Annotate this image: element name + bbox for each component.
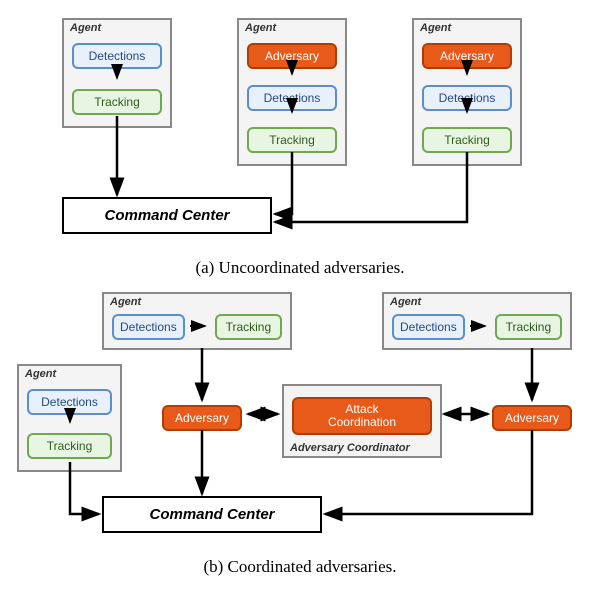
detections-node: Detections [27,389,112,415]
agent-box-a2: Agent Adversary Detections Tracking [237,18,347,166]
agent-box-a3: Agent Adversary Detections Tracking [412,18,522,166]
detections-node: Detections [392,314,465,340]
tracking-node: Tracking [422,127,512,153]
command-center: Command Center [102,496,322,533]
tracking-node: Tracking [215,314,282,340]
agent-label: Agent [70,22,101,34]
detections-node: Detections [72,43,162,69]
tracking-node: Tracking [27,433,112,459]
adversary-coordinator-box: Attack Coordination Adversary Coordinato… [282,384,442,458]
agent-box-b-top-right: Agent Detections Tracking [382,292,572,350]
diagram-a: Agent Detections Tracking Agent Adversar… [12,12,588,252]
agent-box-b-top-left: Agent Detections Tracking [102,292,292,350]
agent-label: Agent [420,22,451,34]
adversary-coordinator-label: Adversary Coordinator [290,442,410,454]
caption-b: (b) Coordinated adversaries. [12,557,588,577]
tracking-node: Tracking [72,89,162,115]
agent-label: Agent [245,22,276,34]
diagram-b: Agent Detections Tracking Agent Detectio… [12,286,588,551]
agent-label: Agent [110,296,141,308]
agent-box-b-left: Agent Detections Tracking [17,364,122,472]
agent-label: Agent [390,296,421,308]
attack-coordination-node: Attack Coordination [292,397,432,435]
adversary-node-right: Adversary [492,405,572,431]
adversary-node-left: Adversary [162,405,242,431]
adversary-node: Adversary [422,43,512,69]
agent-box-a1: Agent Detections Tracking [62,18,172,128]
detections-node: Detections [422,85,512,111]
agent-label: Agent [25,368,56,380]
detections-node: Detections [112,314,185,340]
tracking-node: Tracking [495,314,562,340]
detections-node: Detections [247,85,337,111]
caption-a: (a) Uncoordinated adversaries. [12,258,588,278]
adversary-node: Adversary [247,43,337,69]
command-center: Command Center [62,197,272,234]
tracking-node: Tracking [247,127,337,153]
